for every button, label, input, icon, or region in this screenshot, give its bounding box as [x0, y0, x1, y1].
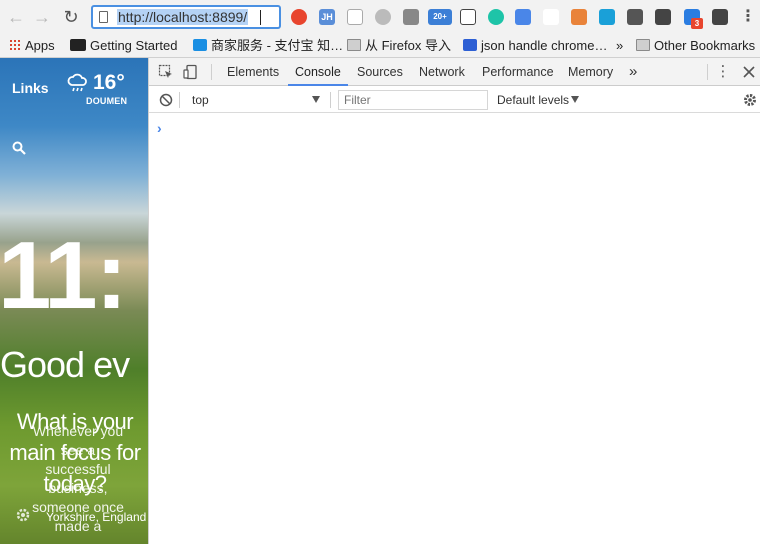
pocket-extension-icon[interactable]: [627, 9, 643, 25]
paw-icon: [463, 39, 477, 51]
toolbar-divider: [330, 92, 331, 108]
getting-started-icon: [70, 39, 86, 51]
log-levels-dropdown[interactable]: Default levels: [497, 87, 587, 113]
tab-console[interactable]: Console: [288, 58, 348, 86]
face-extension-icon[interactable]: [460, 9, 476, 25]
url-text[interactable]: http://localhost:8899/: [117, 9, 249, 25]
bookmark-apps[interactable]: Apps: [9, 37, 55, 55]
chevron-down-icon: [571, 96, 579, 103]
bookmark-json-handle[interactable]: json handle chrome…: [463, 37, 607, 55]
tab-memory[interactable]: Memory: [561, 58, 620, 86]
toolbar-divider: [211, 64, 212, 80]
devtools-tab-bar: Elements Console Sources Network Perform…: [149, 58, 760, 86]
shield-check-extension-icon[interactable]: [712, 9, 728, 25]
console-toolbar: top Default levels: [149, 87, 760, 113]
weather-location: DOUMEN: [86, 96, 128, 106]
shield-dark-extension-icon[interactable]: [655, 9, 671, 25]
translate-extension-icon[interactable]: [515, 9, 531, 25]
clock: 11:: [0, 222, 127, 329]
bookmark-getting-started[interactable]: Getting Started: [70, 37, 177, 55]
tree-extension-icon[interactable]: [543, 9, 559, 25]
bookmarks-overflow-button[interactable]: »: [616, 37, 623, 55]
alipay-icon: [193, 39, 207, 51]
tab-network[interactable]: Network: [412, 58, 472, 86]
opera-extension-icon[interactable]: [291, 9, 307, 25]
y-extension-icon[interactable]: [599, 9, 615, 25]
page-viewport: Links 16° DOUMEN 11: Good ev What is you…: [0, 58, 148, 544]
more-tabs-button[interactable]: »: [622, 58, 644, 86]
settings-gear-icon[interactable]: [14, 506, 32, 524]
tab-sources[interactable]: Sources: [350, 58, 410, 86]
text-cursor-icon: [260, 10, 261, 25]
toolbar-divider: [707, 64, 708, 80]
bookmark-other[interactable]: Other Bookmarks: [636, 37, 755, 55]
bookmark-firefox-folder[interactable]: 从 Firefox 导入: [347, 37, 451, 55]
filter-input[interactable]: [338, 90, 488, 110]
photo-location[interactable]: Yorkshire, England: [46, 510, 146, 524]
toolbar-divider: [179, 92, 180, 108]
search-icon[interactable]: [12, 141, 26, 155]
wrench-extension-icon[interactable]: [571, 9, 587, 25]
apps-grid-icon: [9, 39, 21, 51]
weather-temperature[interactable]: 16°: [93, 71, 125, 95]
chevron-down-icon: [312, 96, 320, 103]
bookmarks-bar: Apps Getting Started 商家服务 - 支付宝 知… 从 Fir…: [0, 34, 760, 58]
log-levels-label: Default levels: [497, 93, 570, 107]
m-extension-icon[interactable]: [488, 9, 504, 25]
menu-icon[interactable]: ⋮: [740, 9, 756, 25]
back-button[interactable]: ←: [5, 6, 27, 28]
folder-icon: [347, 39, 361, 51]
tab-elements[interactable]: Elements: [220, 58, 286, 86]
page-icon: [99, 11, 108, 23]
tab-performance[interactable]: Performance: [475, 58, 561, 86]
gray-extension-icon[interactable]: [375, 9, 391, 25]
close-icon[interactable]: [741, 64, 757, 80]
notification-badge: 3: [691, 18, 703, 29]
reload-button[interactable]: ↻: [60, 6, 82, 28]
context-selector[interactable]: top: [186, 87, 326, 113]
shield-extension-icon[interactable]: [347, 9, 363, 25]
links-button[interactable]: Links: [12, 80, 49, 96]
greeting: Good ev: [0, 344, 130, 385]
context-value: top: [192, 93, 209, 107]
counter-extension-icon[interactable]: 20+: [428, 9, 452, 25]
react-extension-icon[interactable]: [403, 9, 419, 25]
device-toolbar-icon[interactable]: [183, 64, 199, 80]
console-prompt[interactable]: ›: [157, 120, 162, 136]
browser-toolbar: ← → ↻ http://localhost:8899/ JH 20+ 3 ⋮: [0, 0, 760, 34]
address-bar[interactable]: http://localhost:8899/: [91, 5, 281, 29]
folder-icon: [636, 39, 650, 51]
devtools-menu-icon[interactable]: ⋮: [715, 64, 731, 80]
devtools-panel: Elements Console Sources Network Perform…: [148, 58, 760, 544]
rain-cloud-icon: [67, 73, 87, 92]
forward-button[interactable]: →: [31, 6, 53, 28]
jh-extension-icon[interactable]: JH: [319, 9, 335, 25]
settings-gear-icon[interactable]: [742, 92, 758, 108]
clear-console-icon[interactable]: [158, 92, 174, 108]
inspect-element-icon[interactable]: [158, 64, 174, 80]
bookmark-shangjia[interactable]: 商家服务 - 支付宝 知…: [193, 37, 343, 55]
